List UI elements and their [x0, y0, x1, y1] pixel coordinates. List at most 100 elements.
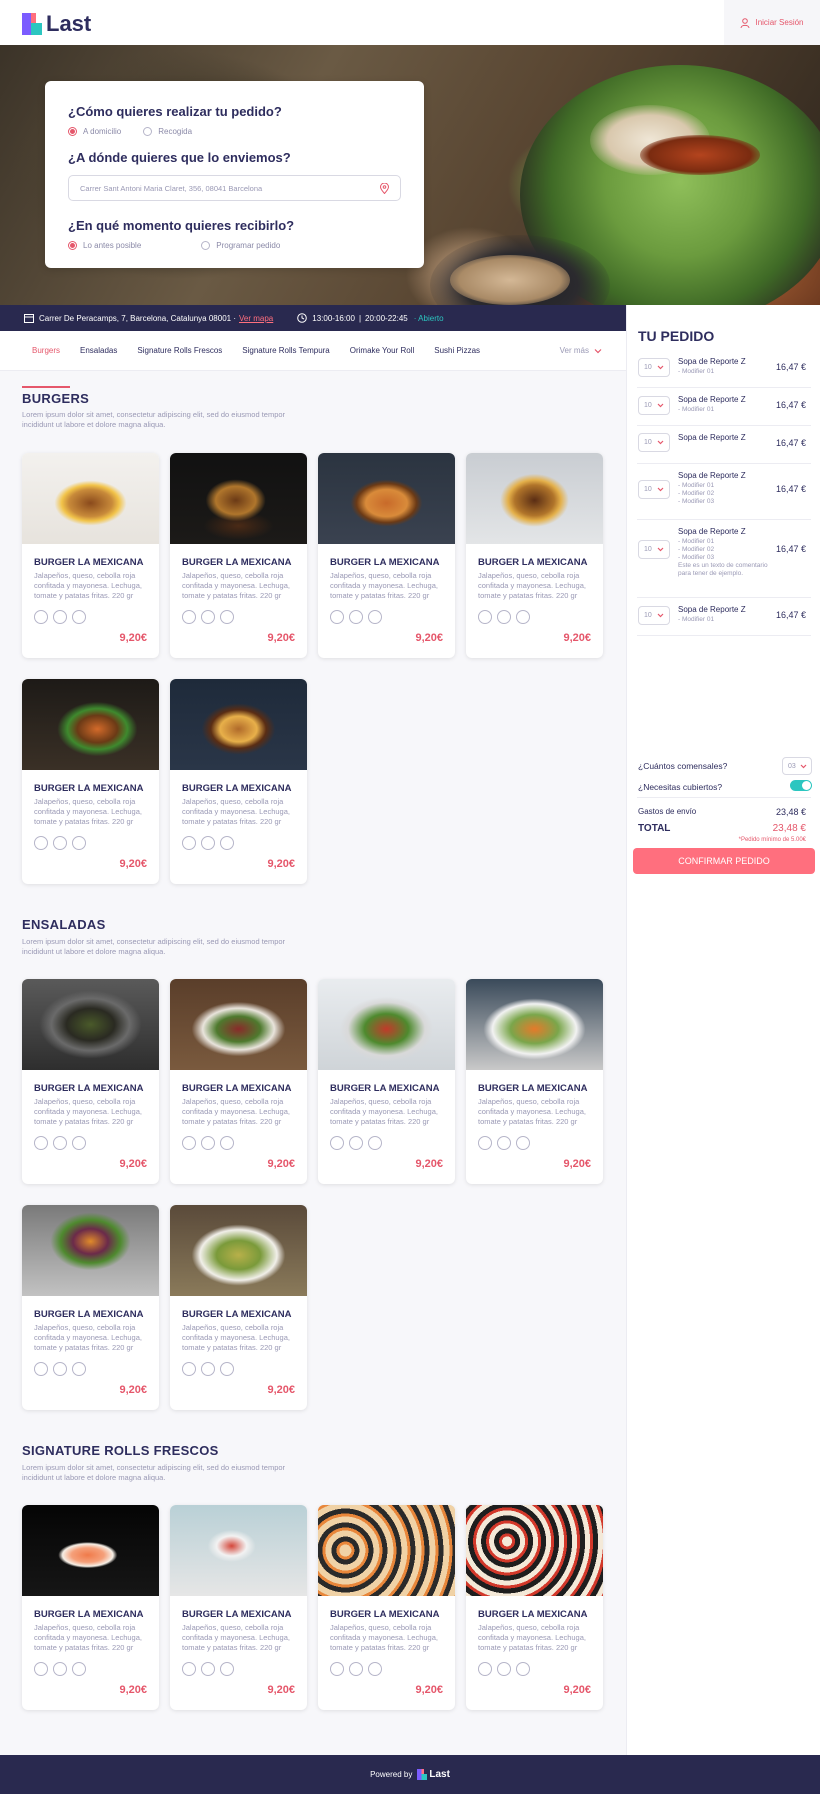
radio-asap[interactable]: Lo antes posible [68, 241, 141, 250]
radio-schedule[interactable]: Programar pedido [201, 241, 280, 250]
option-circle[interactable] [497, 610, 511, 624]
cutlery-toggle[interactable] [790, 780, 812, 791]
chevron-down-icon [657, 547, 664, 551]
tab-burgers[interactable]: Burgers [32, 346, 60, 355]
option-circle[interactable] [516, 610, 530, 624]
option-circle[interactable] [349, 610, 363, 624]
product-description: Jalapeños, queso, cebolla roja confitada… [34, 571, 142, 600]
tab-sushi-pizzas[interactable]: Sushi Pizzas [434, 346, 480, 355]
option-circle[interactable] [201, 1662, 215, 1676]
option-circle[interactable] [220, 1362, 234, 1376]
option-circle[interactable] [330, 1662, 344, 1676]
option-circle[interactable] [34, 836, 48, 850]
option-circle[interactable] [201, 610, 215, 624]
option-circle[interactable] [53, 836, 67, 850]
product-card[interactable]: BURGER LA MEXICANA Jalapeños, queso, cebo… [466, 1505, 603, 1710]
option-circle[interactable] [182, 1362, 196, 1376]
tab-ensaladas[interactable]: Ensaladas [80, 346, 117, 355]
option-circle[interactable] [478, 1662, 492, 1676]
radio-pickup[interactable]: Recogida [143, 127, 192, 136]
option-circle[interactable] [220, 1136, 234, 1150]
option-circle[interactable] [516, 1136, 530, 1150]
clock-icon [297, 313, 308, 323]
option-circle[interactable] [53, 1662, 67, 1676]
option-circle[interactable] [220, 1662, 234, 1676]
product-card[interactable]: BURGER LA MEXICANA Jalapeños, queso, cebo… [22, 979, 159, 1184]
option-circle[interactable] [330, 1136, 344, 1150]
tab-signature-rolls-tempura[interactable]: Signature Rolls Tempura [242, 346, 329, 355]
option-circle[interactable] [53, 1136, 67, 1150]
product-name: BURGER LA MEXICANA [34, 1309, 144, 1320]
quantity-select[interactable]: 10 [638, 539, 670, 559]
tab-orimake-your-roll[interactable]: Orimake Your Roll [350, 346, 414, 355]
option-circle[interactable] [220, 836, 234, 850]
chevron-down-icon [657, 440, 664, 445]
option-circle[interactable] [201, 1362, 215, 1376]
product-card[interactable]: BURGER LA MEXICANA Jalapeños, queso, cebo… [318, 979, 455, 1184]
option-circle[interactable] [34, 1662, 48, 1676]
option-circle[interactable] [220, 610, 234, 624]
option-circle[interactable] [330, 610, 344, 624]
product-card[interactable]: BURGER LA MEXICANA Jalapeños, queso, cebo… [22, 1505, 159, 1710]
option-circle[interactable] [53, 1362, 67, 1376]
option-circle[interactable] [72, 1662, 86, 1676]
option-circle[interactable] [368, 1662, 382, 1676]
option-circle[interactable] [72, 1362, 86, 1376]
logo[interactable]: Last [22, 11, 91, 37]
map-link[interactable]: Ver mapa [239, 314, 273, 323]
quantity-select[interactable]: 10 [638, 479, 670, 499]
product-card[interactable]: BURGER LA MEXICANA Jalapeños, queso, cebo… [170, 1505, 307, 1710]
option-circle[interactable] [53, 610, 67, 624]
product-card[interactable]: BURGER LA MEXICANA Jalapeños, queso, cebo… [170, 979, 307, 1184]
quantity-select[interactable]: 10 [638, 433, 670, 452]
product-card[interactable]: BURGER LA MEXICANA Jalapeños, queso, cebo… [22, 1205, 159, 1410]
option-circle[interactable] [516, 1662, 530, 1676]
confirm-order-button[interactable]: CONFIRMAR PEDIDO [633, 848, 815, 874]
option-circle[interactable] [182, 836, 196, 850]
option-circle[interactable] [368, 1136, 382, 1150]
option-circle[interactable] [349, 1662, 363, 1676]
product-card[interactable]: BURGER LA MEXICANA Jalapeños, queso, cebo… [466, 453, 603, 658]
option-circle[interactable] [72, 1136, 86, 1150]
option-circle[interactable] [182, 1136, 196, 1150]
quantity-select[interactable]: 10 [638, 357, 670, 377]
option-circle[interactable] [497, 1662, 511, 1676]
product-card[interactable]: BURGER LA MEXICANA Jalapeños, queso, cebo… [318, 453, 455, 658]
option-circle[interactable] [201, 1136, 215, 1150]
delivery-method-question: ¿Cómo quieres realizar tu pedido? [68, 104, 282, 119]
option-circle[interactable] [201, 836, 215, 850]
option-circle[interactable] [34, 1136, 48, 1150]
quantity-select[interactable]: 10 [638, 605, 670, 625]
product-card[interactable]: BURGER LA MEXICANA Jalapeños, queso, cebo… [170, 1205, 307, 1410]
cart-item-name: Sopa de Reporte Z [678, 605, 746, 614]
product-card[interactable]: BURGER LA MEXICANA Jalapeños, queso, cebo… [170, 453, 307, 658]
product-card[interactable]: BURGER LA MEXICANA Jalapeños, queso, cebo… [466, 979, 603, 1184]
option-circle[interactable] [478, 1136, 492, 1150]
quantity-select[interactable]: 10 [638, 395, 670, 415]
product-price: 9,20€ [119, 1684, 147, 1696]
guests-select[interactable]: 03 [782, 757, 812, 775]
product-card[interactable]: BURGER LA MEXICANA Jalapeños, queso, cebo… [22, 679, 159, 884]
more-categories-button[interactable]: Ver más [560, 346, 602, 355]
product-card[interactable]: BURGER LA MEXICANA Jalapeños, queso, cebo… [170, 679, 307, 884]
powered-by-label: Powered by [370, 1770, 413, 1779]
option-circle[interactable] [497, 1136, 511, 1150]
product-card[interactable]: BURGER LA MEXICANA Jalapeños, queso, cebo… [318, 1505, 455, 1710]
tab-signature-rolls-frescos[interactable]: Signature Rolls Frescos [137, 346, 222, 355]
option-circle[interactable] [368, 610, 382, 624]
product-options [182, 836, 239, 850]
option-circle[interactable] [72, 836, 86, 850]
option-circle[interactable] [182, 1662, 196, 1676]
login-button[interactable]: Iniciar Sesión [724, 0, 820, 45]
cart-item-price: 16,47 € [775, 437, 806, 448]
address-input[interactable]: Carrer Sant Antoni Maria Claret, 356, 08… [68, 175, 401, 201]
option-circle[interactable] [34, 610, 48, 624]
option-circle[interactable] [34, 1362, 48, 1376]
option-circle[interactable] [478, 610, 492, 624]
product-card[interactable]: BURGER LA MEXICANA Jalapeños, queso, cebo… [22, 453, 159, 658]
radio-delivery[interactable]: A domicilio [68, 127, 121, 136]
option-circle[interactable] [349, 1136, 363, 1150]
option-circle[interactable] [72, 610, 86, 624]
cutlery-label: ¿Necesitas cubiertos? [638, 782, 723, 792]
option-circle[interactable] [182, 610, 196, 624]
